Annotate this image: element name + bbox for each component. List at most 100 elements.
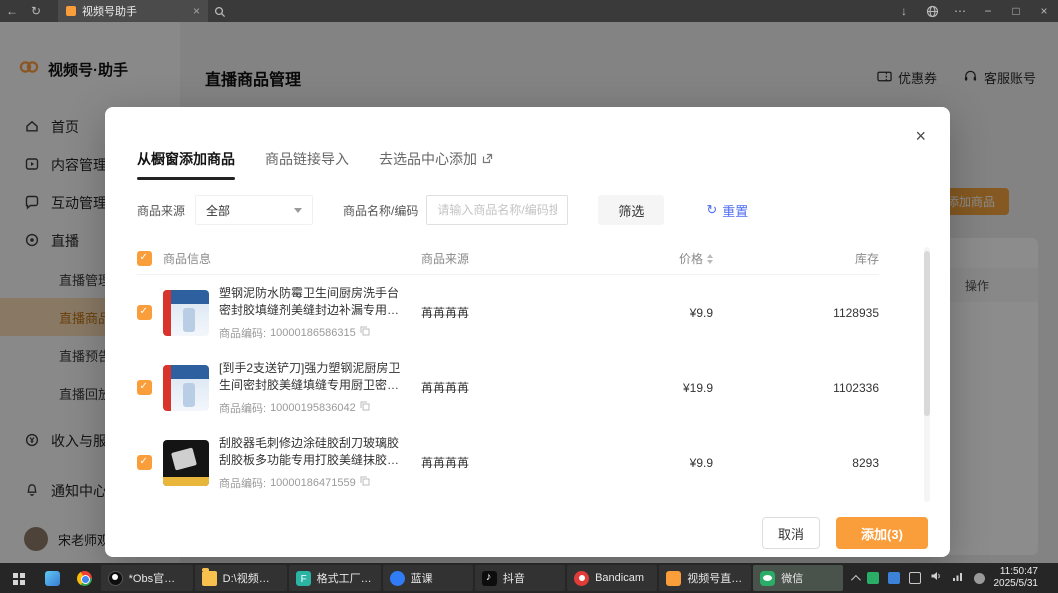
taskbar-app-label: 微信 [781, 570, 803, 586]
column-header-stock: 库存 [713, 250, 879, 267]
tab-title: 视频号助手 [82, 3, 187, 19]
product-title: 塑钢泥防水防霉卫生间厨房洗手台密封胶填缝剂美缝封边补漏专用胶150ml... [219, 285, 407, 319]
browser-tab[interactable]: 视频号助手 [58, 0, 208, 22]
product-price: ¥19.9 [561, 381, 713, 395]
browser-refresh-icon[interactable] [24, 0, 48, 22]
reset-label: 重置 [722, 201, 748, 220]
product-code-label: 商品编码: [219, 325, 266, 341]
product-code: 10000186586315 [270, 327, 356, 339]
modal-footer: 取消 添加(3) [762, 517, 928, 549]
product-price: ¥9.9 [561, 306, 713, 320]
product-title: [到手2支送铲刀]强力塑钢泥厨房卫生间密封胶美缝填缝专用厨卫密封胶150M... [219, 360, 407, 394]
taskbar-app-label: Bandicam [595, 572, 644, 584]
tab-selection-center[interactable]: 去选品中心添加 [379, 149, 493, 171]
tab-label: 从橱窗添加商品 [137, 149, 235, 169]
modal-close-icon[interactable] [915, 127, 926, 145]
taskbar-app-label: *Obs官网电脑... [129, 570, 186, 586]
window-close-button[interactable] [1030, 0, 1058, 22]
live-companion-icon [666, 571, 681, 586]
taskbar-app-label: 蓝课 [411, 570, 433, 586]
reset-button[interactable]: 重置 [706, 201, 748, 220]
file-tray-icon[interactable] [888, 572, 900, 584]
product-table: 商品信息 商品来源 价格 库存 塑钢泥防水防霉卫生间厨房洗手台密封胶填缝剂美缝封… [137, 243, 879, 500]
product-row: 刮胶器毛刺修边涂硅胶刮刀玻璃胶刮胶板多功能专用打胶美缝抹胶神器 商品编码: 10… [137, 425, 879, 500]
tray-expand-icon[interactable] [850, 574, 860, 584]
row-checkbox[interactable] [137, 380, 152, 395]
tab-label: 去选品中心添加 [379, 149, 477, 169]
download-icon[interactable] [890, 0, 918, 22]
clock-date: 2025/5/31 [994, 578, 1039, 590]
tab-favicon [66, 6, 76, 16]
usb-tray-icon[interactable] [974, 573, 985, 584]
chrome-icon[interactable] [68, 563, 99, 593]
browser-titlebar: 视频号助手 [0, 0, 1058, 22]
product-code-line: 商品编码: 10000186586315 [219, 325, 407, 341]
douyin-icon [482, 571, 497, 586]
taskbar-app-bandicam[interactable]: Bandicam [567, 565, 657, 591]
product-row: [到手2支送铲刀]强力塑钢泥厨房卫生间密封胶美缝填缝专用厨卫密封胶150M...… [137, 350, 879, 425]
external-link-icon [482, 151, 493, 167]
product-info: 刮胶器毛刺修边涂硅胶刮刀玻璃胶刮胶板多功能专用打胶美缝抹胶神器 商品编码: 10… [219, 435, 421, 491]
taskbar-app-obs[interactable]: *Obs官网电脑... [101, 565, 193, 591]
browser-back-icon[interactable] [0, 0, 24, 22]
taskbar-clock[interactable]: 11:50:47 2025/5/31 [994, 566, 1049, 590]
confirm-add-button[interactable]: 添加(3) [836, 517, 928, 549]
browser-menu-icon[interactable] [946, 0, 974, 22]
tab-import-by-link[interactable]: 商品链接导入 [265, 149, 349, 171]
taskbar-app-lanke[interactable]: 蓝课 [383, 565, 473, 591]
row-checkbox[interactable] [137, 455, 152, 470]
product-info: [到手2支送铲刀]强力塑钢泥厨房卫生间密封胶美缝填缝专用厨卫密封胶150M...… [219, 360, 421, 416]
taskbar-app-formatfactory[interactable]: 格式工厂 X64 ... [289, 565, 381, 591]
cancel-button[interactable]: 取消 [762, 517, 820, 549]
taskbar-app-douyin[interactable]: 抖音 [475, 565, 565, 591]
select-all-checkbox[interactable] [137, 251, 152, 266]
search-filter-label: 商品名称/编码 [343, 202, 418, 219]
taskbar-app-live-companion[interactable]: 视频号直播伴侣 [659, 565, 751, 591]
scrollbar-thumb[interactable] [924, 251, 930, 416]
product-stock: 8293 [713, 456, 879, 470]
tab-add-from-showcase[interactable]: 从橱窗添加商品 [137, 149, 235, 171]
price-header-label: 价格 [679, 250, 703, 267]
modal-scrollbar[interactable] [924, 247, 930, 502]
copy-icon[interactable] [360, 326, 370, 339]
column-header-price[interactable]: 价格 [561, 250, 713, 267]
filter-button[interactable]: 筛选 [598, 195, 664, 225]
modal-tabs: 从橱窗添加商品 商品链接导入 去选品中心添加 [137, 149, 493, 171]
bandicam-icon [574, 571, 589, 586]
column-header-product-info: 商品信息 [163, 250, 421, 267]
product-source: 苒苒苒苒 [421, 304, 561, 321]
window-restore-button[interactable] [1002, 0, 1030, 22]
taskbar: *Obs官网电脑... D:\视频号直播... 格式工厂 X64 ... 蓝课 … [0, 563, 1058, 593]
copy-icon[interactable] [360, 476, 370, 489]
start-button[interactable] [0, 563, 37, 593]
product-search-input[interactable] [426, 195, 568, 225]
taskbar-app-explorer[interactable]: D:\视频号直播... [195, 565, 287, 591]
volume-icon[interactable] [930, 569, 943, 587]
taskbar-widget-icon[interactable] [37, 563, 68, 593]
copy-icon[interactable] [360, 401, 370, 414]
source-filter-select[interactable]: 全部 [195, 195, 313, 225]
product-image [163, 365, 209, 411]
clock-time: 11:50:47 [994, 566, 1039, 578]
product-stock: 1102336 [713, 381, 879, 395]
app-viewport: 视频号·助手 首页 内容管理 互动管理 直播 [0, 22, 1058, 563]
row-checkbox[interactable] [137, 305, 152, 320]
product-code-label: 商品编码: [219, 475, 266, 491]
network-icon[interactable] [952, 569, 965, 587]
taskbar-app-label: 格式工厂 X64 ... [317, 570, 374, 586]
product-source: 苒苒苒苒 [421, 379, 561, 396]
product-code-line: 商品编码: 10000186471559 [219, 475, 407, 491]
globe-icon[interactable] [918, 0, 946, 22]
display-tray-icon[interactable] [909, 572, 921, 584]
source-filter-label: 商品来源 [137, 202, 185, 219]
taskbar-app-wechat[interactable]: 微信 [753, 565, 843, 591]
tab-close-icon[interactable] [193, 4, 200, 18]
search-tabs-icon[interactable] [208, 0, 232, 22]
chevron-down-icon [294, 208, 302, 213]
window-controls [890, 0, 1058, 22]
product-code-label: 商品编码: [219, 400, 266, 416]
product-info: 塑钢泥防水防霉卫生间厨房洗手台密封胶填缝剂美缝封边补漏专用胶150ml... 商… [219, 285, 421, 341]
taskbar-app-label: D:\视频号直播... [223, 570, 280, 586]
wechat-tray-icon[interactable] [867, 572, 879, 584]
window-minimize-button[interactable] [974, 0, 1002, 22]
